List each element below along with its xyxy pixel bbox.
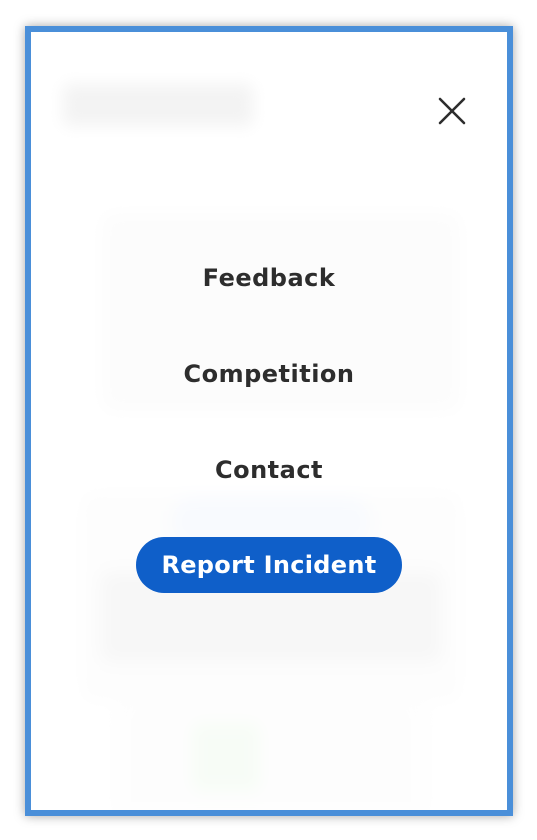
mobile-menu-frame: Feedback Competition Contact Report Inci… xyxy=(25,26,513,816)
menu-overlay xyxy=(31,32,507,810)
menu-item-contact[interactable]: Contact xyxy=(31,456,507,484)
report-incident-button[interactable]: Report Incident xyxy=(136,537,402,593)
menu-item-feedback[interactable]: Feedback xyxy=(31,264,507,292)
close-icon xyxy=(438,97,466,125)
close-menu-button[interactable] xyxy=(435,94,469,128)
menu-item-competition[interactable]: Competition xyxy=(31,360,507,388)
